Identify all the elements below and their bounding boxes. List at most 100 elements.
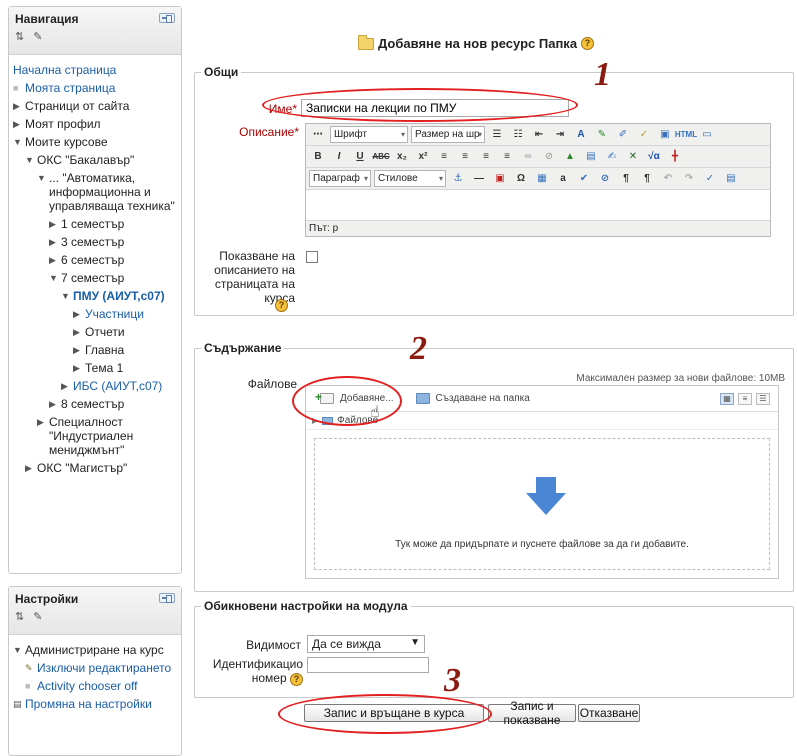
nav-item-semester-3[interactable]: ▶ 3 семестър <box>13 233 177 251</box>
manage-files-icon[interactable]: ▤ <box>722 170 740 187</box>
save-and-return-button[interactable]: Запис и връщане в курса <box>304 704 484 722</box>
spell-check-icon[interactable]: ✓ <box>701 170 719 187</box>
expand-arrow-icon[interactable]: ▶ <box>49 217 61 231</box>
italic-icon[interactable]: I <box>330 148 348 165</box>
subscript-icon[interactable]: x₂ <box>393 148 411 165</box>
nav-item-participants[interactable]: ▶ Участници <box>13 305 177 323</box>
special-char-icon[interactable]: Ω <box>512 170 530 187</box>
anchor-icon[interactable]: ⚓ <box>449 170 467 187</box>
expand-arrow-icon[interactable]: ▶ <box>73 361 85 375</box>
find-icon[interactable]: a <box>554 170 572 187</box>
outdent-icon[interactable]: ⇤ <box>530 126 548 143</box>
equation-icon[interactable]: √α <box>645 148 663 165</box>
align-center-icon[interactable]: ≡ <box>456 148 474 165</box>
expand-arrow-icon[interactable]: ▶ <box>73 343 85 357</box>
nav-item-specialty-management[interactable]: ▶ Специалност "Индустриален мениджмънт" <box>13 413 177 459</box>
text-color-icon[interactable]: A <box>572 126 590 143</box>
align-right-icon[interactable]: ≡ <box>477 148 495 165</box>
expand-arrow-icon[interactable]: ▶ <box>37 415 49 429</box>
insert-media-icon[interactable]: ▣ <box>656 126 674 143</box>
undo-icon[interactable]: ↶ <box>659 170 677 187</box>
redo-icon[interactable]: ↷ <box>680 170 698 187</box>
rtl-icon[interactable]: ¶ <box>638 170 656 187</box>
expand-arrow-icon[interactable]: ▶ <box>13 117 25 131</box>
collapse-arrow-icon[interactable]: ▼ <box>13 643 25 657</box>
nav-item-home[interactable]: Начална страница <box>13 61 177 79</box>
nav-item-semester-1[interactable]: ▶ 1 семестър <box>13 215 177 233</box>
strikethrough-icon[interactable]: ABC <box>372 148 390 165</box>
nav-item-semester-8[interactable]: ▶ 8 семестър <box>13 395 177 413</box>
nav-item-my-courses[interactable]: ▼ Моите курсове <box>13 133 177 151</box>
nav-item-specialty-automation[interactable]: ▼... "Автоматика, информационна и управл… <box>13 169 177 215</box>
expand-arrow-icon[interactable]: ▶ <box>61 379 73 393</box>
nav-item-course-pmu[interactable]: ▼ ПМУ (АИУТ,с07) <box>13 287 177 305</box>
dock-block-icon[interactable] <box>159 13 175 23</box>
numbered-list-icon[interactable]: ☷ <box>509 126 527 143</box>
tree-view-icon[interactable]: ☰ <box>756 392 770 405</box>
show-description-checkbox[interactable] <box>306 251 318 263</box>
spellcheck-icon[interactable]: ✓ <box>635 126 653 143</box>
save-and-display-button[interactable]: Запис и показване <box>488 699 576 727</box>
expand-arrow-icon[interactable]: ▶ <box>25 461 37 475</box>
cancel-button[interactable]: Отказване <box>578 704 640 722</box>
nav-item-my-page[interactable]: ■ Моята страница <box>13 79 177 97</box>
move-icon[interactable]: ⇅ ✎ <box>15 30 175 43</box>
nav-item-bachelor[interactable]: ▼ ОКС "Бакалавър" <box>13 151 177 169</box>
horizontal-rule-icon[interactable]: — <box>470 170 488 187</box>
file-dropzone[interactable]: Тук може да придърпате и пуснете файлове… <box>314 438 770 570</box>
collapse-arrow-icon[interactable]: ▼ <box>13 135 25 149</box>
settings-item-toggle-editing[interactable]: ✎ Изключи редактирането <box>13 659 177 677</box>
move-icon[interactable]: ⇅ ✎ <box>15 610 175 623</box>
icon-view-icon[interactable]: ▦ <box>720 392 734 405</box>
add-file-button[interactable]: Добавяне... <box>340 393 394 404</box>
help-icon[interactable]: ? <box>581 37 595 50</box>
mathtype-icon[interactable]: ✕ <box>624 148 642 165</box>
replace-icon[interactable]: ✔ <box>575 170 593 187</box>
paragraph-select[interactable]: Параграф <box>309 170 371 187</box>
nav-item-semester-7[interactable]: ▼ 7 семестър <box>13 269 177 287</box>
visibility-select[interactable]: Да се вижда ▼ <box>307 635 425 653</box>
create-folder-button[interactable]: Създаване на папка <box>436 393 530 404</box>
styles-select[interactable]: Стилове <box>374 170 446 187</box>
align-justify-icon[interactable]: ≡ <box>498 148 516 165</box>
nav-item-course-ibs[interactable]: ▶ ИБС (АИУТ,с07) <box>13 377 177 395</box>
expand-arrow-icon[interactable]: ▶ <box>73 325 85 339</box>
dock-block-icon[interactable] <box>159 593 175 603</box>
nav-item-main[interactable]: ▶ Главна <box>13 341 177 359</box>
name-input[interactable] <box>301 99 569 117</box>
expand-arrow-icon[interactable]: ▶ <box>49 397 61 411</box>
highlight-color-icon[interactable]: ✎ <box>593 126 611 143</box>
nonbreaking-icon[interactable]: ▣ <box>491 170 509 187</box>
bold-icon[interactable]: B <box>309 148 327 165</box>
insert-image-icon[interactable]: ▲ <box>561 148 579 165</box>
unlink-icon[interactable]: ⊘ <box>540 148 558 165</box>
indent-icon[interactable]: ⇥ <box>551 126 569 143</box>
collapse-arrow-icon[interactable]: ▼ <box>49 271 61 285</box>
settings-item-edit-settings[interactable]: ▤ Промяна на настройки <box>13 695 177 713</box>
list-view-icon[interactable]: ≡ <box>738 392 752 405</box>
fullscreen-icon[interactable]: ▭ <box>698 126 716 143</box>
nav-item-reports[interactable]: ▶ Отчети <box>13 323 177 341</box>
nav-item-master[interactable]: ▶ ОКС "Магистър" <box>13 459 177 477</box>
id-number-input[interactable] <box>307 657 429 673</box>
bullet-list-icon[interactable]: ☰ <box>488 126 506 143</box>
collapse-arrow-icon[interactable]: ▼ <box>25 153 37 167</box>
help-icon[interactable]: ? <box>275 299 288 312</box>
settings-course-admin[interactable]: ▼ Администриране на курс <box>13 641 177 659</box>
toolbar-toggle-icon[interactable]: ⋯ <box>309 126 327 143</box>
description-editor[interactable]: ⋯ Шрифт Размер на шр ☰ ☷ ⇤ ⇥ A ✎ ✐ ✓ ▣ H… <box>305 123 771 237</box>
table-icon[interactable]: ▦ <box>533 170 551 187</box>
ltr-icon[interactable]: ¶ <box>617 170 635 187</box>
expand-arrow-icon[interactable]: ▶ <box>49 235 61 249</box>
html-source-icon[interactable]: HTML <box>675 126 697 143</box>
expand-arrow-icon[interactable]: ▶ <box>49 253 61 267</box>
expand-arrow-icon[interactable]: ▶ <box>312 416 318 425</box>
expand-arrow-icon[interactable]: ▶ <box>13 99 25 113</box>
collapse-arrow-icon[interactable]: ▼ <box>37 171 49 185</box>
collapse-arrow-icon[interactable]: ▼ <box>61 289 73 303</box>
clear-icon[interactable]: ⊘ <box>596 170 614 187</box>
nav-item-site-pages[interactable]: ▶ Страници от сайта <box>13 97 177 115</box>
font-family-select[interactable]: Шрифт <box>330 126 408 143</box>
nav-item-semester-6[interactable]: ▶ 6 семестър <box>13 251 177 269</box>
edit-icon[interactable]: ✍ <box>603 148 621 165</box>
